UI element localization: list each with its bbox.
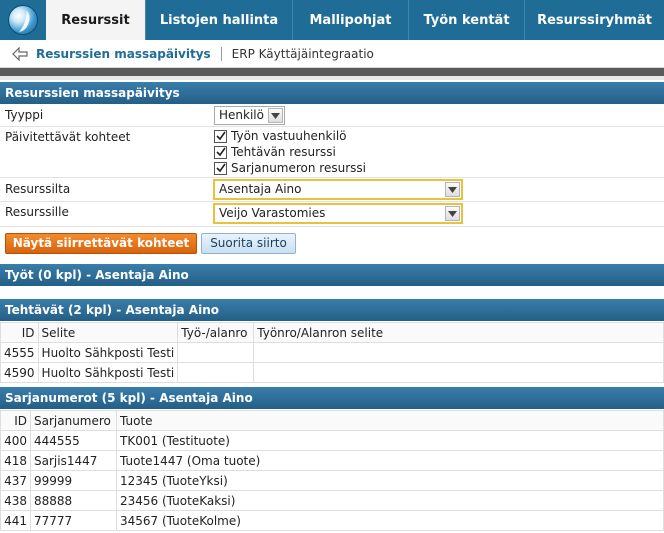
- cell-tyo-alanro: [177, 362, 255, 383]
- table-row[interactable]: 4555 Huolto Sähkposti Testi: [0, 342, 664, 363]
- logo-icon: [8, 5, 38, 35]
- tasks-table: ID Selite Työ-/alanro Työnro/Alanron sel…: [0, 322, 664, 383]
- checkbox-checked-icon: [214, 129, 227, 143]
- checkbox-checked-icon: [214, 161, 227, 175]
- tab-resurssiryhmat[interactable]: Resurssiryhmät: [524, 0, 664, 40]
- chevron-down-icon: [445, 182, 460, 197]
- cell-id: 437: [0, 470, 31, 491]
- from-label: Resurssilta: [5, 182, 71, 196]
- column-header-tyonro-selite[interactable]: Työnro/Alanron selite: [253, 322, 664, 343]
- type-select-value: Henkilö: [219, 108, 264, 122]
- table-row[interactable]: 437 99999 12345 (TuoteYksi): [0, 470, 664, 491]
- cell-sarjanumero: 444555: [30, 430, 117, 451]
- target-checkbox-sarjanumeron-resurssi[interactable]: Sarjanumeron resurssi: [214, 161, 366, 175]
- cell-sarjanumero: Sarjis1447: [30, 450, 117, 471]
- type-label: Tyyppi: [5, 108, 44, 122]
- tab-tyon-kentat[interactable]: Työn kentät: [408, 0, 524, 40]
- column-header-selite[interactable]: Selite: [37, 322, 179, 343]
- table-row[interactable]: 400 444555 TK001 (Testituote): [0, 430, 664, 451]
- column-header-id[interactable]: ID: [0, 410, 31, 431]
- column-header-tuote[interactable]: Tuote: [116, 410, 664, 431]
- cell-id: 438: [0, 490, 31, 511]
- cell-tuote: 23456 (TuoteKaksi): [116, 490, 664, 511]
- cell-tyo-alanro: [177, 342, 255, 363]
- run-transfer-button[interactable]: Suorita siirto: [201, 233, 296, 254]
- tab-mallipohjat[interactable]: Mallipohjat: [292, 0, 408, 40]
- cell-tuote: 34567 (TuoteKolme): [116, 510, 664, 531]
- checkbox-checked-icon: [214, 145, 227, 159]
- target-checkbox-tehtavan-resurssi[interactable]: Tehtävän resurssi: [214, 145, 336, 159]
- to-select-value: Veijo Varastomies: [219, 206, 326, 220]
- cell-sarjanumero: 88888: [30, 490, 117, 511]
- cell-id: 400: [0, 430, 31, 451]
- cell-id: 418: [0, 450, 31, 471]
- cell-tyonro-selite: [253, 362, 664, 383]
- cell-tuote: TK001 (Testituote): [116, 430, 664, 451]
- to-row: Resurssille Veijo Varastomies: [0, 202, 664, 225]
- section-header-serials: Sarjanumerot (5 kpl) - Asentaja Aino: [0, 387, 664, 409]
- target-label-1: Työn vastuuhenkilö: [231, 129, 347, 143]
- from-select-value: Asentaja Aino: [219, 182, 302, 196]
- table-row[interactable]: 438 88888 23456 (TuoteKaksi): [0, 490, 664, 511]
- serials-table: ID Sarjanumero Tuote 400 444555 TK001 (T…: [0, 410, 664, 531]
- target-label-2: Tehtävän resurssi: [231, 145, 336, 159]
- cell-selite: Huolto Sähkposti Testi: [37, 342, 179, 363]
- from-row: Resurssilta Asentaja Aino: [0, 178, 664, 201]
- table-header-row: ID Selite Työ-/alanro Työnro/Alanron sel…: [0, 322, 664, 343]
- tab-resurssit[interactable]: Resurssit: [46, 0, 145, 40]
- row-divider: [0, 226, 664, 227]
- targets-row: Päivitettävät kohteet Työn vastuuhenkilö…: [0, 127, 664, 177]
- chevron-down-icon: [445, 206, 460, 221]
- chevron-down-icon: [268, 108, 283, 123]
- cell-id: 441: [0, 510, 31, 531]
- divider-bar: [0, 68, 664, 80]
- cell-id: 4555: [0, 342, 39, 363]
- target-checkbox-tyon-vastuuhenkilo[interactable]: Työn vastuuhenkilö: [214, 129, 347, 143]
- column-header-tyo-alanro[interactable]: Työ-/alanro: [177, 322, 255, 343]
- to-label: Resurssille: [5, 205, 69, 219]
- target-label-3: Sarjanumeron resurssi: [231, 161, 366, 175]
- from-resource-select[interactable]: Asentaja Aino: [213, 179, 463, 200]
- cell-tyonro-selite: [253, 342, 664, 363]
- app-logo[interactable]: [0, 0, 46, 40]
- table-row[interactable]: 418 Sarjis1447 Tuote1447 (Oma tuote): [0, 450, 664, 471]
- cell-sarjanumero: 77777: [30, 510, 117, 531]
- top-navigation: Resurssit Listojen hallinta Mallipohjat …: [0, 0, 664, 40]
- sublink-erp-kayttajaintegraatio[interactable]: ERP Käyttäjäintegraatio: [232, 47, 374, 61]
- table-header-row: ID Sarjanumero Tuote: [0, 410, 664, 431]
- column-header-sarjanumero[interactable]: Sarjanumero: [30, 410, 117, 431]
- type-select[interactable]: Henkilö: [214, 106, 285, 125]
- sub-divider: [220, 46, 222, 61]
- cell-sarjanumero: 99999: [30, 470, 117, 491]
- cell-tuote: Tuote1447 (Oma tuote): [116, 450, 664, 471]
- cell-selite: Huolto Sähkposti Testi: [37, 362, 179, 383]
- type-row: Tyyppi Henkilö: [0, 104, 664, 126]
- targets-label: Päivitettävät kohteet: [5, 130, 131, 144]
- section-header-tasks: Tehtävät (2 kpl) - Asentaja Aino: [0, 299, 664, 321]
- section-header-jobs: Työt (0 kpl) - Asentaja Aino: [0, 264, 664, 286]
- tab-listojen-hallinta[interactable]: Listojen hallinta: [145, 0, 292, 40]
- cell-id: 4590: [0, 362, 39, 383]
- sub-navigation: Resurssien massapäivitys ERP Käyttäjäint…: [0, 40, 664, 68]
- to-resource-select[interactable]: Veijo Varastomies: [213, 203, 463, 224]
- section-header-massapaivitys: Resurssien massapäivitys: [0, 82, 664, 104]
- column-header-id[interactable]: ID: [0, 322, 39, 343]
- table-row[interactable]: 441 77777 34567 (TuoteKolme): [0, 510, 664, 531]
- table-row[interactable]: 4590 Huolto Sähkposti Testi: [0, 362, 664, 383]
- show-items-button[interactable]: Näytä siirrettävät kohteet: [5, 233, 197, 254]
- back-arrow-icon[interactable]: [12, 46, 28, 61]
- cell-tuote: 12345 (TuoteYksi): [116, 470, 664, 491]
- sublink-resurssien-massapaivitys[interactable]: Resurssien massapäivitys: [36, 47, 211, 61]
